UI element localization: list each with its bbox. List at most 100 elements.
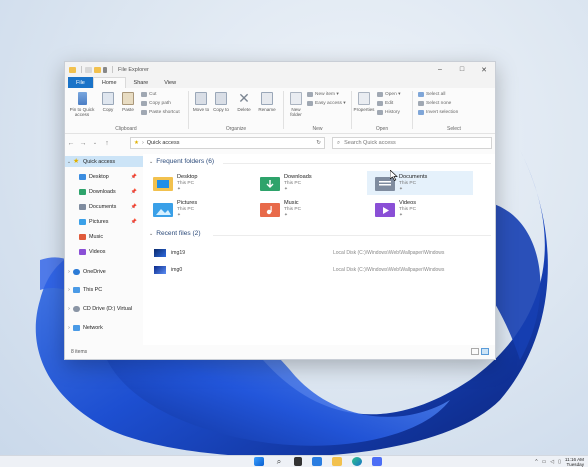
- star-icon: ★: [73, 157, 80, 165]
- chevron-right-icon[interactable]: ›: [65, 269, 73, 275]
- folder-desktop[interactable]: Desktop This PC ✦: [153, 173, 253, 193]
- recent-file-row[interactable]: img0 Local Disk (C:)\Windows\Web\Wallpap…: [149, 264, 489, 276]
- star-icon: ★: [134, 140, 139, 146]
- clock[interactable]: 11:16 AM Tuesday: [565, 457, 584, 467]
- back-button[interactable]: ←: [65, 140, 77, 147]
- edit-icon: [377, 101, 383, 106]
- folder-downloads[interactable]: Downloads This PC ✦: [260, 173, 360, 193]
- close-button[interactable]: ✕: [473, 62, 495, 77]
- recent-files-header[interactable]: ⌄ Recent files (2): [149, 230, 201, 237]
- chevron-right-icon[interactable]: ›: [65, 325, 73, 331]
- refresh-icon[interactable]: ↻: [316, 140, 321, 146]
- start-icon[interactable]: [254, 457, 264, 466]
- easy-access-button[interactable]: Easy access ▾: [307, 101, 346, 106]
- delete-button[interactable]: ✕ Delete: [234, 91, 254, 112]
- open-button[interactable]: Open ▾: [377, 92, 400, 97]
- sidebar-item-pictures[interactable]: Pictures 📌: [65, 216, 143, 227]
- file-explorer-window: File Explorer – □ ✕ File Home Share View…: [64, 61, 496, 360]
- sidebar-item-network[interactable]: › Network: [65, 322, 143, 333]
- tab-view[interactable]: View: [156, 77, 184, 88]
- file-explorer-icon[interactable]: [332, 457, 342, 466]
- shortcut-icon: [141, 110, 147, 115]
- rename-button[interactable]: Rename: [256, 92, 278, 112]
- details-view-button[interactable]: [471, 348, 479, 355]
- chevron-down-icon: ⌄: [149, 230, 154, 237]
- open-group-label: Open: [375, 126, 389, 132]
- properties-button[interactable]: Properties: [353, 92, 375, 112]
- sidebar-item-downloads[interactable]: Downloads 📌: [65, 186, 143, 197]
- battery-icon[interactable]: ▯: [558, 459, 561, 465]
- task-view-icon[interactable]: [294, 457, 302, 466]
- history-button[interactable]: History: [377, 110, 400, 115]
- properties-icon: [358, 92, 370, 105]
- pin-to-quick-access-button[interactable]: Pin to Quick access: [67, 92, 97, 117]
- copy-to-button[interactable]: Copy to: [212, 92, 230, 112]
- forward-button[interactable]: →: [77, 140, 89, 147]
- select-all-button[interactable]: Select all: [418, 92, 445, 97]
- chevron-up-icon[interactable]: ^: [535, 459, 537, 465]
- new-folder-button[interactable]: New folder: [287, 92, 305, 117]
- sidebar-item-cd-drive[interactable]: › CD Drive (D:) Virtual: [65, 303, 143, 314]
- move-to-button[interactable]: Move to: [192, 92, 210, 112]
- tiles-view-button[interactable]: [481, 348, 489, 355]
- copy-path-button[interactable]: Copy path: [141, 101, 171, 106]
- new-item-button[interactable]: New item ▾: [307, 92, 339, 97]
- network-icon: [73, 324, 80, 331]
- frequent-folders-header[interactable]: ⌄ Frequent folders (6): [149, 158, 214, 165]
- select-none-button[interactable]: Select none: [418, 101, 451, 106]
- folder-documents[interactable]: Documents This PC ✦: [367, 171, 473, 195]
- divider: [213, 235, 491, 236]
- volume-icon[interactable]: ◁: [550, 459, 554, 465]
- search-input[interactable]: ⌕ Search Quick access: [332, 137, 492, 149]
- divider: [112, 66, 113, 73]
- folder-pictures[interactable]: Pictures This PC ✦: [153, 199, 253, 219]
- cut-button[interactable]: Cut: [141, 92, 156, 97]
- sidebar-item-videos[interactable]: Videos: [65, 246, 143, 257]
- pin-icon[interactable]: [103, 66, 107, 73]
- tab-file[interactable]: File: [68, 77, 93, 88]
- sidebar-item-music[interactable]: Music: [65, 231, 143, 242]
- maximize-button[interactable]: □: [451, 62, 473, 77]
- invert-selection-button[interactable]: Invert selection: [418, 110, 458, 115]
- paste-button[interactable]: Paste: [119, 92, 137, 112]
- sidebar-item-onedrive[interactable]: › OneDrive: [65, 266, 143, 277]
- store-icon[interactable]: [372, 457, 382, 466]
- sidebar-item-quick-access[interactable]: ⌄ ★ Quick access: [65, 156, 143, 167]
- folder-videos[interactable]: Videos This PC ✦: [375, 199, 475, 219]
- network-icon[interactable]: ▭: [542, 459, 547, 465]
- edit-button[interactable]: Edit: [377, 101, 393, 106]
- chevron-right-icon[interactable]: ›: [65, 306, 73, 312]
- breadcrumb: Quick access: [146, 140, 180, 146]
- address-input[interactable]: ★ › Quick access ↻: [130, 137, 325, 149]
- copy-button[interactable]: Copy: [99, 92, 117, 112]
- chevron-down-icon[interactable]: ⌄: [65, 159, 73, 165]
- properties-icon[interactable]: [85, 66, 92, 73]
- sidebar-item-this-pc[interactable]: › This PC: [65, 284, 143, 295]
- desktop-folder-icon: [153, 175, 173, 191]
- tab-share[interactable]: Share: [126, 77, 157, 88]
- folder-music[interactable]: Music This PC ✦: [260, 199, 360, 219]
- copy-to-icon: [215, 92, 227, 105]
- search-icon[interactable]: ⌕: [274, 457, 284, 466]
- pin-icon: ✦: [284, 212, 288, 217]
- sidebar-item-documents[interactable]: Documents 📌: [65, 201, 143, 212]
- edge-icon[interactable]: [352, 457, 362, 466]
- downloads-icon: [79, 188, 86, 195]
- sidebar-item-desktop[interactable]: Desktop 📌: [65, 171, 143, 182]
- image-thumbnail: [154, 266, 166, 274]
- divider: [81, 66, 82, 73]
- paste-shortcut-button[interactable]: Paste shortcut: [141, 110, 180, 115]
- up-button[interactable]: ↑: [101, 140, 113, 147]
- tab-home[interactable]: Home: [92, 77, 126, 88]
- divider: [223, 163, 491, 164]
- recent-file-row[interactable]: img19 Local Disk (C:)\Windows\Web\Wallpa…: [149, 247, 489, 259]
- widgets-icon[interactable]: [312, 457, 322, 466]
- minimize-button[interactable]: –: [429, 62, 451, 77]
- new-folder-icon[interactable]: [94, 66, 101, 73]
- computer-icon: [73, 286, 80, 293]
- search-icon: ⌕: [337, 139, 341, 146]
- chevron-right-icon[interactable]: ›: [65, 287, 73, 293]
- pin-icon: ✦: [177, 212, 181, 217]
- recent-locations-icon[interactable]: ⌄: [89, 140, 101, 146]
- open-group: Properties Open ▾ Edit History Open: [353, 90, 411, 132]
